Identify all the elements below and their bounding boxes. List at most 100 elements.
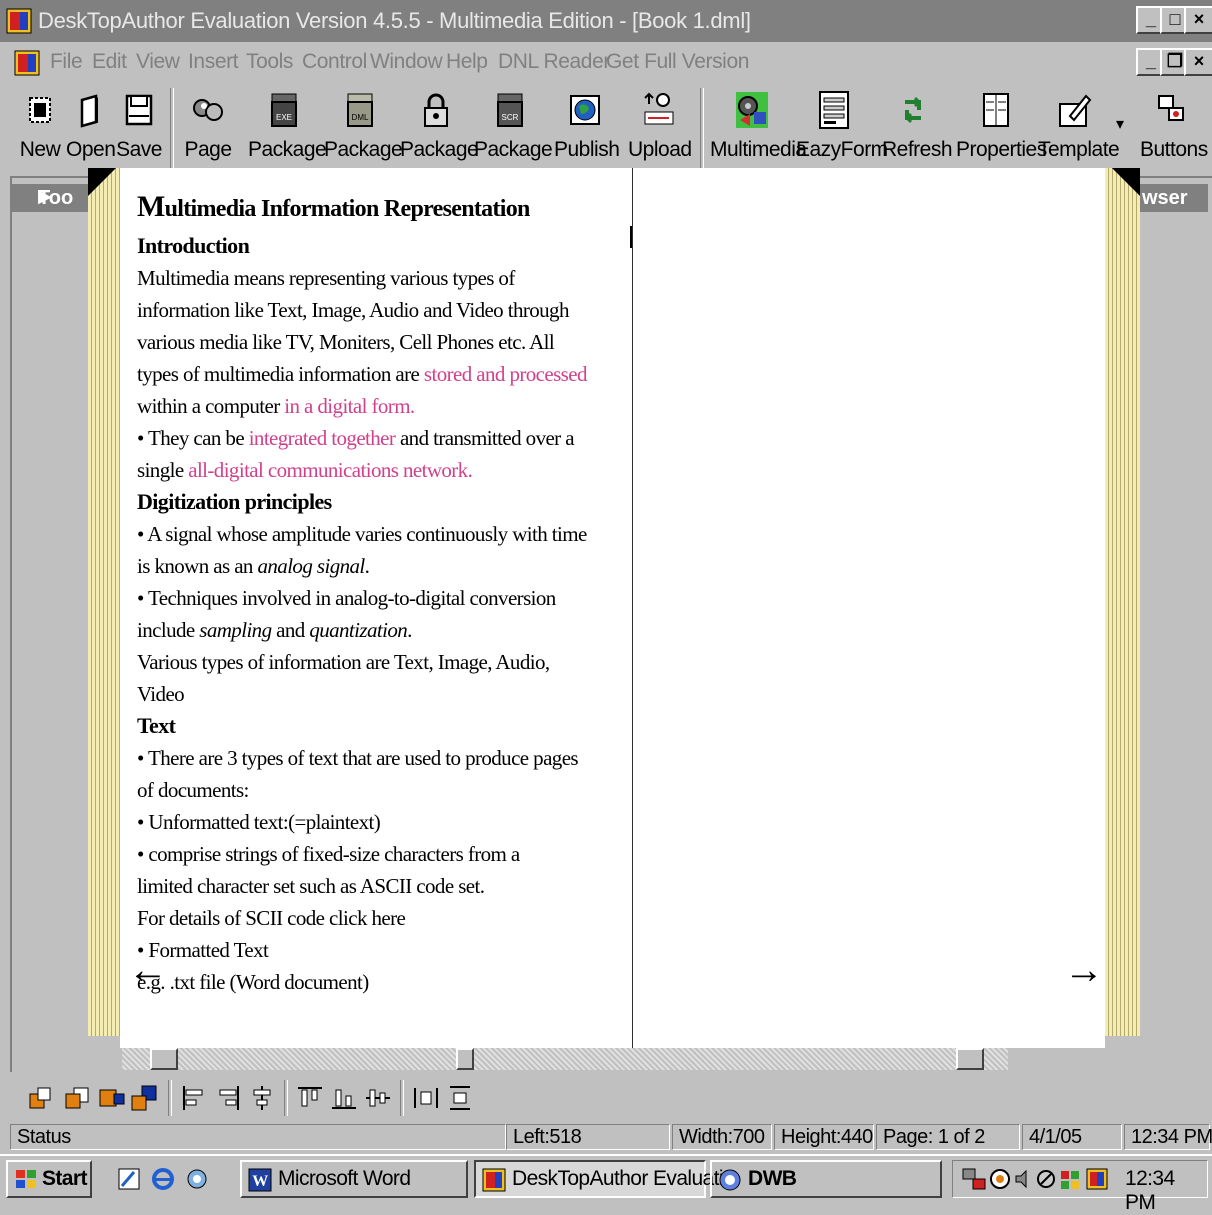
page-icon [193,99,223,121]
align-bottom-icon[interactable] [330,1084,358,1112]
taskbar-item-desktopauthor[interactable]: DeskTopAuthor Evaluati... [474,1160,739,1198]
highlight-text: stored and processed [423,362,588,386]
svg-text:W: W [252,1173,268,1190]
menu-get-full-version[interactable]: Get Full Version [606,50,749,74]
eazyform-button[interactable]: EazyForm [796,82,888,172]
save-button[interactable]: Save [116,82,162,172]
toolbar-separator [700,88,704,168]
new-button[interactable]: New [18,82,62,172]
package-lock-button[interactable]: Package [400,82,479,172]
scroll-thumb[interactable] [456,1048,474,1070]
align-center-icon[interactable] [248,1084,276,1112]
open-button[interactable]: Open [66,82,116,172]
text-line: • A signal whose amplitude varies contin… [137,522,587,546]
tray-tool-icon[interactable] [1035,1167,1057,1191]
quicklaunch-app-icon[interactable] [184,1166,210,1192]
section-heading-digitization: Digitization principles [137,489,332,514]
save-icon [125,94,153,126]
tray-network-icon[interactable] [961,1167,987,1191]
align-right-icon[interactable] [214,1084,242,1112]
publish-button[interactable]: Publish [554,82,620,172]
properties-icon [983,93,1009,127]
lock-icon [424,93,448,127]
text-line: is known as an analog signal. [137,554,370,578]
align-left-icon[interactable] [180,1084,208,1112]
start-label: Start [42,1167,87,1190]
status-left: Left:518 [506,1124,670,1150]
window-title: DeskTopAuthor Evaluation Version 4.5.5 -… [38,8,751,33]
toolbox-tab[interactable]: Too [12,184,92,212]
menu-control[interactable]: Control [302,50,367,74]
menu-view[interactable]: View [136,50,180,74]
bring-to-front-icon[interactable] [28,1084,56,1112]
new-icon [29,97,51,123]
ascii-link-text[interactable]: For details of SCII code click here [137,902,617,934]
send-to-back-icon[interactable] [64,1084,92,1112]
quicklaunch-edit-icon[interactable] [116,1166,142,1192]
multimedia-button[interactable]: Multimedia [710,82,807,172]
highlight-text: all-digital communications network. [188,458,473,482]
page-button[interactable]: Page [182,82,234,172]
template-button[interactable]: Template [1038,82,1120,172]
dwb-icon [719,1169,741,1191]
distribute-horizontal-icon[interactable] [412,1084,440,1112]
book-page-right[interactable] [633,168,1105,1048]
properties-button[interactable]: Properties [956,82,1047,172]
previous-page-arrow-icon[interactable]: ← [128,950,168,990]
align-top-icon[interactable] [296,1084,324,1112]
refresh-button[interactable]: Refresh [882,82,953,172]
text-line: types of multimedia information are stor… [137,362,588,386]
menu-dnl-reader[interactable]: DNL Reader [498,50,610,74]
start-button[interactable]: Start [6,1160,92,1198]
package-exe-button[interactable]: EXE Package [248,82,327,172]
doc-close-button[interactable]: × [1184,48,1212,76]
tray-radio-icon[interactable] [989,1167,1011,1191]
page-corner-left[interactable] [88,168,116,196]
buttons-icon [1158,95,1184,121]
scroll-left-button[interactable] [150,1048,178,1070]
scroll-right-button[interactable] [956,1048,984,1070]
text-line: • Unformatted text:(=plaintext) [137,810,381,834]
tray-app-icon[interactable] [1085,1167,1109,1191]
section-heading-introduction: Introduction [137,233,250,258]
page-corner-right[interactable] [1112,168,1140,196]
menu-tools[interactable]: Tools [246,50,293,74]
toolbar-separator [400,1080,404,1116]
desktopauthor-icon [482,1168,506,1192]
toolbar-separator [168,1080,172,1116]
text-line: • comprise strings of fixed-size charact… [137,842,520,866]
menu-file[interactable]: File [50,50,83,74]
browser-tab[interactable]: wser [1136,184,1208,212]
menu-insert[interactable]: Insert [188,50,239,74]
dropdown-arrow-icon[interactable]: ▾ [1116,114,1124,134]
text-line: e.g. .txt file (Word document) [137,970,369,994]
text-line: information like Text, Image, Audio and … [137,298,569,322]
align-middle-icon[interactable] [364,1084,392,1112]
bring-forward-icon[interactable] [98,1084,126,1112]
close-button[interactable]: × [1184,6,1212,34]
app-icon [6,8,32,34]
tray-volume-icon[interactable] [1013,1167,1033,1191]
menu-window[interactable]: Window [370,50,443,74]
package-dml-button[interactable]: DML Package [324,82,403,172]
package-scr-icon: SCR [497,93,523,127]
taskbar-item-dwb[interactable]: DWB [710,1160,942,1198]
package-scr-button[interactable]: SCR Package [474,82,553,172]
highlight-text: in a digital form. [284,394,415,418]
send-backward-icon[interactable] [130,1084,158,1112]
status-text: Status [10,1124,506,1150]
tray-status-icon[interactable] [1059,1167,1081,1191]
distribute-vertical-icon[interactable] [446,1084,474,1112]
menu-help[interactable]: Help [446,50,488,74]
book-page-edges-right [1104,168,1140,1036]
taskbar-item-word[interactable]: W Microsoft Word [240,1160,468,1198]
next-page-arrow-icon[interactable]: → [1064,950,1104,990]
menu-edit[interactable]: Edit [92,50,127,74]
upload-button[interactable]: Upload [628,82,692,172]
buttons-button[interactable]: Buttons [1140,82,1208,172]
internet-explorer-icon[interactable] [150,1166,176,1192]
horizontal-scrollbar[interactable] [122,1048,1008,1070]
doc-icon[interactable] [14,50,40,76]
upload-icon [644,92,674,125]
template-icon [1059,94,1092,127]
